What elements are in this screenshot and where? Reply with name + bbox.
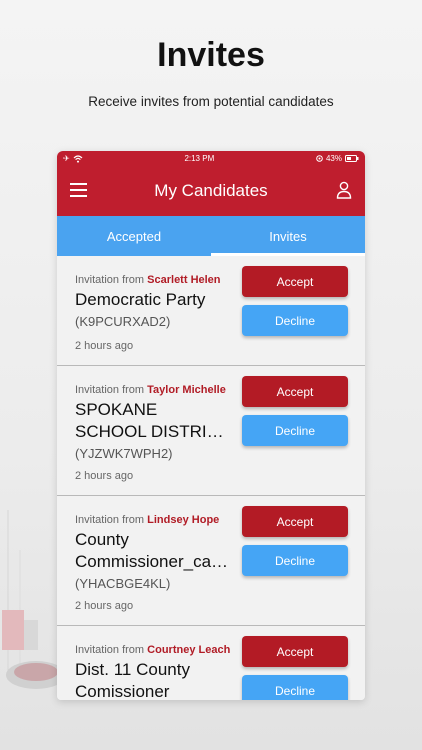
inviter-name: Scarlett Helen [147, 274, 221, 286]
invite-card: Invitation from Lindsey Hope County Comm… [57, 496, 365, 626]
accept-button[interactable]: Accept [242, 506, 348, 537]
invitation-from-prefix: Invitation from [75, 274, 145, 286]
invite-code: (YHACBGE4KL) [75, 576, 171, 591]
hamburger-menu-icon[interactable] [70, 183, 87, 197]
airplane-icon: ✈ [63, 154, 70, 163]
party-name: Democratic Party [75, 289, 235, 311]
tab-bar: Accepted Invites [57, 216, 365, 256]
accept-button[interactable]: Accept [242, 636, 348, 667]
invitation-from-prefix: Invitation from [75, 514, 145, 526]
invitation-from-prefix: Invitation from [75, 384, 145, 396]
wifi-icon [73, 154, 83, 163]
tab-invites[interactable]: Invites [211, 216, 365, 256]
battery-percent: 43% [325, 154, 342, 163]
invite-card: Invitation from Taylor Michelle SPOKANE … [57, 366, 365, 496]
status-time: 2:13 PM [184, 154, 215, 163]
invite-code: (YJZWK7WPH2) [75, 446, 173, 461]
party-name-line: SCHOOL DISTRI… [75, 422, 224, 441]
decline-button[interactable]: Decline [242, 415, 348, 446]
app-bar-title: My Candidates [154, 181, 268, 200]
invite-code: (K9PCURXAD2) [75, 314, 171, 329]
promo-subtitle: Receive invites from potential candidate… [88, 94, 334, 109]
invite-card: Invitation from Courtney Leach Dist. 11 … [57, 626, 365, 700]
party-name: County Commissioner_ca… [75, 529, 235, 573]
tab-accepted[interactable]: Accepted [57, 216, 211, 256]
decline-button[interactable]: Decline [242, 305, 348, 336]
accept-button[interactable]: Accept [242, 266, 348, 297]
invite-time: 2 hours ago [75, 600, 134, 612]
invites-list: Invitation from Scarlett Helen Democrati… [57, 256, 365, 700]
party-name-line: Democratic Party [75, 290, 206, 309]
promo-title: Invites [157, 36, 265, 74]
party-name-line: Commissioner_ca… [75, 552, 229, 571]
invitation-from: Invitation from Lindsey Hope [75, 514, 219, 526]
invite-time: 2 hours ago [75, 470, 134, 482]
party-name: Dist. 11 County Comissioner [75, 659, 235, 700]
invitation-from: Invitation from Scarlett Helen [75, 274, 221, 286]
decline-button[interactable]: Decline [242, 545, 348, 576]
invitation-from: Invitation from Taylor Michelle [75, 384, 226, 396]
party-name-line: County [75, 530, 129, 549]
invite-card: Invitation from Scarlett Helen Democrati… [57, 256, 365, 366]
decline-button[interactable]: Decline [242, 675, 348, 700]
user-profile-icon[interactable] [336, 181, 352, 199]
party-name-line: Dist. 11 County [75, 660, 190, 679]
party-name: SPOKANE SCHOOL DISTRI… [75, 399, 235, 443]
status-bar: ✈ 2:13 PM 43% [57, 151, 365, 166]
invitation-from: Invitation from Courtney Leach [75, 644, 230, 656]
accept-button[interactable]: Accept [242, 376, 348, 407]
battery-icon [344, 155, 359, 162]
app-bar: My Candidates [57, 166, 365, 216]
inviter-name: Lindsey Hope [147, 514, 220, 526]
party-name-line: SPOKANE [75, 400, 158, 419]
location-icon [316, 155, 323, 162]
invitation-from-prefix: Invitation from [75, 644, 145, 656]
invite-time: 2 hours ago [75, 340, 134, 352]
inviter-name: Taylor Michelle [147, 384, 226, 396]
phone-screen: ✈ 2:13 PM 43% My Candidates Accepted Inv… [57, 151, 365, 700]
party-name-line: Comissioner [75, 682, 170, 700]
inviter-name: Courtney Leach [147, 644, 231, 656]
